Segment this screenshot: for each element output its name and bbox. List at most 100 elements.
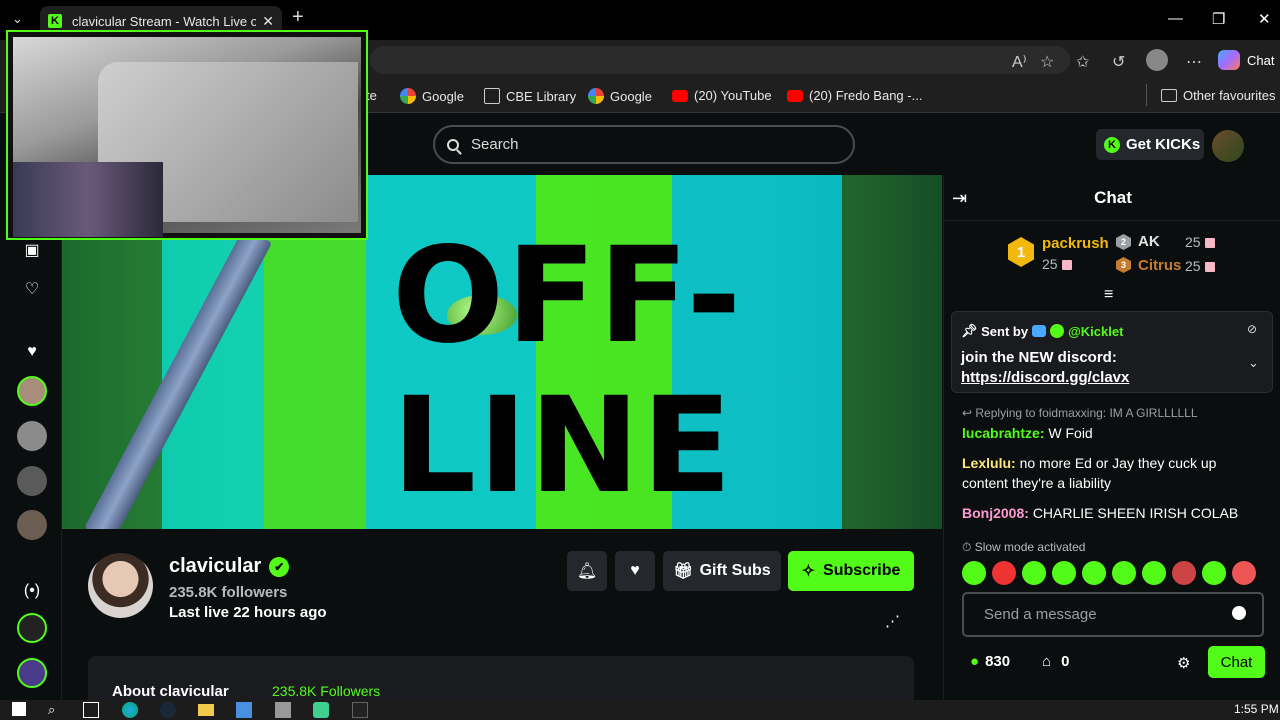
user-avatar[interactable]: [1212, 130, 1244, 162]
url-field[interactable]: [370, 46, 1070, 74]
top-gifter-name[interactable]: AK: [1138, 233, 1160, 250]
app-icon[interactable]: [352, 702, 368, 718]
share-icon[interactable]: ⋰: [885, 612, 900, 630]
emote-icon[interactable]: [1082, 561, 1106, 585]
following-icon[interactable]: ▣: [20, 240, 44, 260]
bookmark-item[interactable]: Google: [400, 88, 464, 104]
other-favourites-folder[interactable]: Other favourites: [1161, 88, 1276, 103]
notification-bell-button[interactable]: 🔔︎: [567, 551, 607, 591]
search-icon: [447, 138, 459, 151]
top-gifter-name[interactable]: Citrus: [1138, 257, 1181, 274]
sidebar-channel-avatar[interactable]: [17, 510, 47, 540]
read-aloud-icon[interactable]: A⁾: [1012, 52, 1027, 72]
more-menu-icon[interactable]: ⋯: [1186, 52, 1202, 72]
chat-title: Chat: [1094, 188, 1132, 207]
copilot-icon: [1218, 50, 1240, 70]
edge-browser-icon[interactable]: [122, 702, 138, 718]
emote-icon[interactable]: [1112, 561, 1136, 585]
search-icon[interactable]: ⌕: [48, 702, 64, 718]
tab-close-icon[interactable]: ✕: [262, 13, 274, 30]
picture-in-picture-video[interactable]: [6, 30, 368, 240]
live-broadcast-icon[interactable]: (•): [20, 582, 44, 600]
emote-icon[interactable]: [962, 561, 986, 585]
emote-icon[interactable]: [1232, 561, 1256, 585]
maximize-button[interactable]: ❐: [1212, 10, 1225, 28]
store-app-icon[interactable]: [236, 702, 252, 718]
tab-list-chevron-icon[interactable]: ⌄: [12, 11, 23, 27]
minimize-button[interactable]: —: [1168, 10, 1183, 27]
steam-icon[interactable]: [160, 702, 176, 718]
bookmark-item[interactable]: Google: [588, 88, 652, 104]
get-kicks-label: Get KICKs: [1126, 136, 1201, 153]
bookmark-item[interactable]: (20) YouTube: [672, 88, 772, 103]
top-gifter-amount: 25: [1185, 234, 1215, 250]
channel-avatar[interactable]: [88, 553, 153, 618]
sidebar-channel-avatar[interactable]: [17, 613, 47, 643]
bookmark-item[interactable]: CBE Library: [484, 88, 576, 104]
taskbar-clock[interactable]: 1:55 PM: [1234, 702, 1279, 716]
send-chat-button[interactable]: Chat: [1208, 646, 1265, 678]
liked-icon[interactable]: ♥: [20, 343, 44, 361]
app-icon[interactable]: [275, 702, 291, 718]
expand-leaderboard-icon[interactable]: ≡: [1104, 286, 1113, 304]
chat-username[interactable]: lucabrahtze: [962, 425, 1040, 441]
emote-icon[interactable]: [992, 561, 1016, 585]
kick-favicon-icon: K: [48, 14, 62, 28]
favorite-star-icon[interactable]: ☆: [1040, 52, 1054, 72]
follow-heart-button[interactable]: ♥: [615, 551, 655, 591]
get-kicks-button[interactable]: K Get KICKs: [1096, 129, 1204, 160]
emote-icon[interactable]: [1172, 561, 1196, 585]
gift-icon: 🎁︎: [673, 563, 694, 580]
pinned-author[interactable]: @Kicklet: [1068, 324, 1123, 339]
pinned-sent-by: 📌︎ Sent by @Kicklet: [961, 323, 1124, 339]
sidebar-channel-avatar[interactable]: [17, 466, 47, 496]
search-input[interactable]: Search: [433, 125, 855, 164]
store-button[interactable]: ⌂ 0: [1042, 653, 1069, 670]
file-explorer-icon[interactable]: [198, 704, 214, 716]
windows-taskbar: ⌕: [0, 700, 1280, 720]
chevron-down-icon[interactable]: ⌄: [1248, 355, 1259, 371]
profile-avatar[interactable]: [1146, 49, 1168, 71]
windows-start-icon[interactable]: [12, 702, 26, 716]
top-gifter-name[interactable]: packrush: [1042, 235, 1109, 252]
copilot-label: Chat: [1247, 52, 1275, 68]
last-live-text: Last live 22 hours ago: [169, 604, 327, 621]
favorites-icon[interactable]: ♡: [20, 279, 44, 299]
task-view-icon[interactable]: [83, 702, 99, 718]
history-icon[interactable]: ↺: [1112, 52, 1125, 72]
points-icon: ●: [970, 653, 980, 670]
favorites-list-icon[interactable]: ✩: [1076, 52, 1089, 72]
emote-icon[interactable]: [1202, 561, 1226, 585]
copilot-chat-button[interactable]: Chat: [1218, 50, 1274, 70]
chat-username[interactable]: Bonj2008: [962, 505, 1024, 521]
emote-icon[interactable]: [1022, 561, 1046, 585]
emoji-picker-icon[interactable]: [1232, 606, 1246, 620]
new-tab-button[interactable]: +: [292, 6, 304, 29]
hide-pin-icon[interactable]: ⊘: [1247, 322, 1257, 336]
chat-settings-gear-icon[interactable]: ⚙: [1177, 654, 1190, 672]
pinned-link[interactable]: https://discord.gg/clavx: [961, 369, 1129, 386]
channel-name-row[interactable]: clavicular ✔: [169, 555, 290, 578]
emote-icon[interactable]: [1052, 561, 1076, 585]
emote-icon[interactable]: [1142, 561, 1166, 585]
google-icon: [400, 88, 416, 104]
channel-name: clavicular: [169, 555, 262, 577]
gift-icon: [1061, 260, 1072, 271]
app-icon[interactable]: [313, 702, 329, 718]
bookmark-item[interactable]: (20) Fredo Bang -...: [787, 88, 922, 103]
sidebar-channel-avatar[interactable]: [17, 376, 47, 406]
emote-quick-bar: [962, 561, 1256, 585]
subscribe-button[interactable]: ✧ Subscribe: [788, 551, 914, 591]
chat-message-input[interactable]: Send a message: [962, 592, 1264, 637]
gift-subs-button[interactable]: 🎁︎ Gift Subs: [663, 551, 781, 591]
channel-points[interactable]: ● 830: [970, 653, 1010, 670]
sidebar-channel-avatar[interactable]: [17, 658, 47, 688]
offline-text-line2: LINE: [392, 369, 734, 523]
chat-message-text: CHARLIE SHEEN IRISH COLAB: [1032, 505, 1239, 521]
chat-divider: [943, 220, 1280, 221]
collapse-chat-icon[interactable]: ⇥: [952, 188, 967, 209]
gift-subs-label: Gift Subs: [699, 562, 771, 579]
sidebar-channel-avatar[interactable]: [17, 421, 47, 451]
chat-username[interactable]: Lexlulu: [962, 455, 1011, 471]
close-window-button[interactable]: ✕: [1258, 10, 1271, 28]
